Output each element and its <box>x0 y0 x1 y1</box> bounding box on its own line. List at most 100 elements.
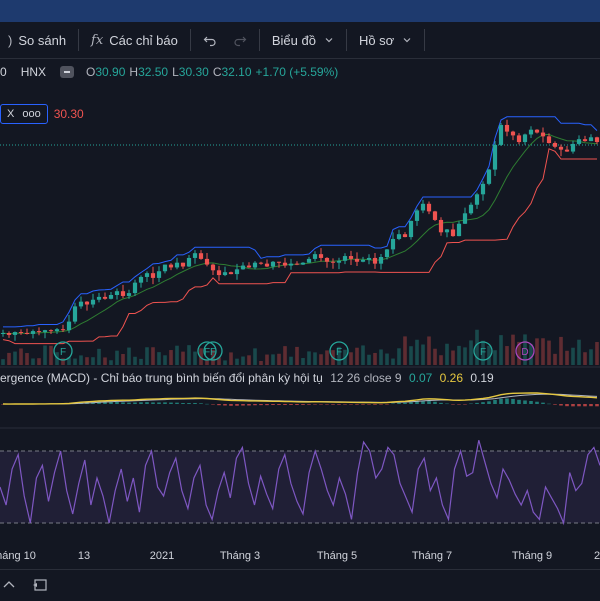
volume-bar <box>145 347 149 365</box>
replay-icon[interactable] <box>32 577 50 593</box>
candle-body <box>96 296 102 300</box>
volume-bar <box>391 358 395 365</box>
macd-histogram-bar <box>163 402 167 404</box>
volume-bar <box>25 353 29 365</box>
volume-bar <box>319 354 323 365</box>
volume-bar <box>271 354 275 365</box>
candle-body <box>330 261 336 263</box>
candle-body <box>450 229 456 237</box>
volume-bar <box>325 350 329 365</box>
candle-body <box>360 259 366 262</box>
candle-body <box>372 257 378 264</box>
macd-histogram-bar <box>559 404 563 406</box>
volume-bar <box>457 345 461 365</box>
macd-histogram-bar <box>541 402 545 404</box>
candle-body <box>186 257 192 267</box>
volume-bar <box>409 346 413 365</box>
candle-body <box>552 143 558 147</box>
macd-histogram-bar <box>229 404 233 406</box>
volume-bar <box>595 342 599 365</box>
rsi-band <box>0 451 600 523</box>
volume-bar <box>499 335 503 365</box>
bottom-toolbar <box>0 569 600 601</box>
macd-histogram-bar <box>295 404 299 405</box>
candle-body <box>354 258 360 262</box>
macd-histogram-bar <box>349 404 353 405</box>
candle-body <box>18 332 24 334</box>
macd-histogram-bar <box>259 404 263 406</box>
band-lines <box>2 116 598 345</box>
candle-body <box>228 272 234 275</box>
volume-bar <box>235 358 239 365</box>
macd-histogram-bar <box>283 404 287 405</box>
candle-body <box>150 273 156 278</box>
time-tick: 13 <box>77 550 91 562</box>
candle-body <box>474 194 480 205</box>
candle-body <box>144 273 150 277</box>
candle-body <box>390 238 396 250</box>
macd-histogram-bar <box>151 402 155 404</box>
candle-body <box>408 220 414 238</box>
chevron-up-icon[interactable] <box>2 578 18 592</box>
macd-histogram-bar <box>481 402 485 404</box>
volume-bar <box>49 345 53 365</box>
candle-body <box>120 291 126 296</box>
candle-body <box>462 213 468 224</box>
macd-histogram-bar <box>433 401 437 404</box>
volume-bar <box>373 352 377 365</box>
time-axis[interactable]: háng 10 13 2021 Tháng 3 Tháng 5 Tháng 7 … <box>0 547 600 567</box>
macd-histogram-bar <box>529 400 533 404</box>
macd-histogram-bar <box>589 404 593 407</box>
candle-body <box>156 271 162 278</box>
macd-value: 0.07 <box>408 371 433 385</box>
volume-bar <box>265 354 269 365</box>
volume-bar <box>133 356 137 365</box>
volume-bar <box>541 338 545 365</box>
volume-bar <box>91 357 95 365</box>
macd-histogram-bar <box>451 404 455 405</box>
candle-body <box>78 301 84 307</box>
candle-body <box>540 132 546 137</box>
volume-bar <box>97 348 101 365</box>
event-markers: FFFFFD <box>53 341 535 361</box>
macd-histogram-bar <box>187 403 191 404</box>
volume-bar <box>253 348 257 365</box>
price-chart[interactable]: FFFFFD <box>0 0 600 547</box>
candle-body <box>246 265 252 268</box>
volume-bar <box>157 352 161 365</box>
candle-body <box>264 263 270 267</box>
volume-bar <box>463 347 467 365</box>
event-marker-label: F <box>336 347 342 358</box>
macd-histogram-bar <box>127 402 131 404</box>
candle-body <box>528 129 534 135</box>
candle-body <box>492 144 498 170</box>
candle-body <box>510 131 516 136</box>
volume-bar <box>559 336 563 365</box>
volume-bar <box>295 346 299 365</box>
volume-bar <box>37 358 41 365</box>
macd-histogram-bar <box>211 404 215 405</box>
volume-bar <box>103 357 107 365</box>
macd-histogram-bar <box>247 404 251 406</box>
volume-bar <box>139 358 143 365</box>
macd-histogram-bar <box>517 399 521 404</box>
macd-histogram-bar <box>397 402 401 404</box>
macd-histogram-bar <box>427 401 431 404</box>
candle-body <box>222 272 228 276</box>
macd-histogram-bar <box>361 404 365 405</box>
candle-body <box>288 263 294 266</box>
macd-histogram-bar <box>337 404 341 405</box>
volume-bar <box>79 355 83 365</box>
candle-body <box>204 258 210 265</box>
macd-histogram-bar <box>157 402 161 404</box>
macd-histogram-bar <box>319 404 323 405</box>
candle-body <box>126 293 132 296</box>
macd-histogram-bar <box>145 402 149 404</box>
candle-body <box>42 330 48 333</box>
volume-bar <box>451 350 455 365</box>
macd-histogram-bar <box>343 404 347 405</box>
candle-body <box>30 331 36 334</box>
candle-body <box>216 270 222 276</box>
candle-body <box>480 183 486 195</box>
candle-body <box>294 263 300 265</box>
